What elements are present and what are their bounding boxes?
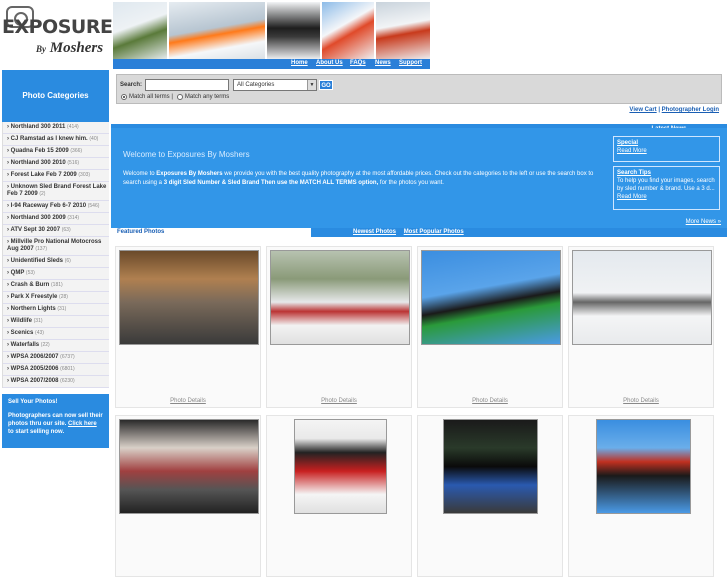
photo-thumbnail[interactable]: [572, 250, 712, 345]
category-item[interactable]: › WPSA 2006/2007 (6737): [3, 352, 109, 364]
more-news-link[interactable]: More News »: [686, 219, 721, 225]
nav-about-us[interactable]: About Us: [316, 60, 343, 66]
category-item[interactable]: › I-94 Raceway Feb 6-7 2010 (546): [3, 201, 109, 213]
photo-thumbnail[interactable]: [270, 250, 410, 345]
category-item[interactable]: › Unidentified Sleds (6): [3, 256, 109, 268]
chevron-down-icon: ▼: [307, 80, 316, 90]
welcome-text: Welcome to Exposures By Moshers we provi…: [123, 171, 594, 186]
welcome-title: Welcome to Exposures By Moshers: [123, 150, 250, 159]
photo-details-link[interactable]: Photo Details: [116, 398, 260, 404]
sidebar: Photo Categories › Northland 300 2011 (4…: [2, 70, 109, 545]
top-nav: Home About Us FAQs News Support: [113, 59, 430, 69]
news-read-more-link[interactable]: Read More: [617, 194, 647, 200]
category-item[interactable]: › Crash & Burn (181): [3, 280, 109, 292]
photo-card: [568, 415, 714, 577]
main-content: Search: All Categories ▼ GO Match all ter…: [111, 70, 727, 577]
category-item[interactable]: › Scenics (43): [3, 328, 109, 340]
category-item[interactable]: › Quadna Feb 15 2009 (366): [3, 146, 109, 158]
user-links: View Cart | Photographer Login: [629, 107, 719, 113]
photo-card: [115, 415, 261, 577]
photo-details-link[interactable]: Photo Details: [569, 398, 713, 404]
category-select[interactable]: All Categories ▼: [233, 79, 317, 91]
welcome-panel: Welcome to Exposures By Moshers Welcome …: [111, 128, 727, 228]
category-item[interactable]: › Northland 300 2011 (414): [3, 122, 109, 134]
site-logo[interactable]: EXPOSURES By Moshers: [2, 6, 126, 60]
photo-card: Photo Details: [266, 246, 412, 408]
featured-links: Newest Photos Most Popular Photos: [353, 229, 470, 235]
photo-card: Photo Details: [115, 246, 261, 408]
photo-thumbnail[interactable]: [421, 250, 561, 345]
photo-thumbnail[interactable]: [119, 419, 259, 514]
most-popular-photos-link[interactable]: Most Popular Photos: [404, 229, 464, 235]
category-item[interactable]: › QMP (53): [3, 268, 109, 280]
header-photo: [267, 2, 322, 60]
sell-title: Sell Your Photos!: [8, 399, 58, 405]
featured-photos-heading: Featured Photos: [111, 228, 311, 237]
header-photo: [113, 2, 169, 60]
site-header: EXPOSURES By Moshers Home About Us FAQs …: [0, 0, 727, 70]
category-item[interactable]: › Northland 300 2009 (314): [3, 213, 109, 225]
category-item[interactable]: › Park X Freestyle (28): [3, 292, 109, 304]
header-photo: [376, 2, 430, 60]
categories-heading: Photo Categories: [2, 70, 109, 122]
photo-thumbnail[interactable]: [443, 419, 538, 514]
category-item[interactable]: › CJ Ramstad as I knew him. (40): [3, 134, 109, 146]
category-item[interactable]: › Wildlife (31): [3, 316, 109, 328]
photo-thumbnail[interactable]: [294, 419, 387, 514]
logo-subtext: By Moshers: [36, 40, 104, 56]
category-item[interactable]: › Unknown Sled Brand Forest Lake Feb 7 2…: [3, 182, 109, 201]
category-item[interactable]: › WPSA 2007/2008 (6230): [3, 376, 109, 388]
sell-photos-box: Sell Your Photos! Photographers can now …: [2, 394, 109, 448]
photo-details-link[interactable]: Photo Details: [267, 398, 411, 404]
newest-photos-link[interactable]: Newest Photos: [353, 229, 396, 235]
match-options: Match all terms | Match any terms: [121, 94, 229, 100]
photographer-login-link[interactable]: Photographer Login: [662, 107, 719, 113]
category-item[interactable]: › ATV Sept 30 2007 (63): [3, 225, 109, 237]
photo-card: [266, 415, 412, 577]
view-cart-link[interactable]: View Cart: [629, 107, 656, 113]
match-all-radio[interactable]: [121, 94, 127, 100]
news-item-search-tips: Search Tips To help you find your images…: [613, 166, 720, 210]
category-item[interactable]: › Northland 300 2010 (516): [3, 158, 109, 170]
sell-tail: to start selling now.: [8, 429, 65, 435]
category-item[interactable]: › WPSA 2005/2006 (6801): [3, 364, 109, 376]
photo-details-link[interactable]: Photo Details: [418, 398, 562, 404]
category-item[interactable]: › Northern Lights (31): [3, 304, 109, 316]
search-bar: Search: All Categories ▼ GO Match all ter…: [116, 74, 722, 104]
photo-card: Photo Details: [568, 246, 714, 408]
search-input[interactable]: [145, 79, 229, 91]
category-list: › Northland 300 2011 (414) › CJ Ramstad …: [2, 122, 109, 388]
nav-support[interactable]: Support: [399, 60, 422, 66]
news-read-more-link[interactable]: Read More: [617, 148, 647, 154]
news-item-special: Special Read More: [613, 136, 720, 162]
logo-text: EXPOSURES: [2, 16, 126, 38]
sell-link[interactable]: Click here: [68, 421, 97, 427]
photo-card: Photo Details: [417, 246, 563, 408]
nav-home[interactable]: Home: [291, 60, 308, 66]
search-label: Search:: [120, 82, 143, 88]
header-photo-strip: [113, 2, 430, 60]
match-any-radio[interactable]: [176, 94, 183, 100]
photo-thumbnail[interactable]: [596, 419, 691, 514]
nav-faqs[interactable]: FAQs: [350, 60, 366, 66]
header-photo: [322, 2, 376, 60]
nav-news[interactable]: News: [375, 60, 391, 66]
category-item[interactable]: › Forest Lake Feb 7 2009 (303): [3, 170, 109, 182]
category-item[interactable]: › Waterfalls (22): [3, 340, 109, 352]
header-photo: [169, 2, 267, 60]
photo-card: [417, 415, 563, 577]
go-button[interactable]: GO: [319, 80, 333, 90]
photo-thumbnail[interactable]: [119, 250, 259, 345]
category-item[interactable]: › Millville Pro National Motocross Aug 2…: [3, 237, 109, 256]
